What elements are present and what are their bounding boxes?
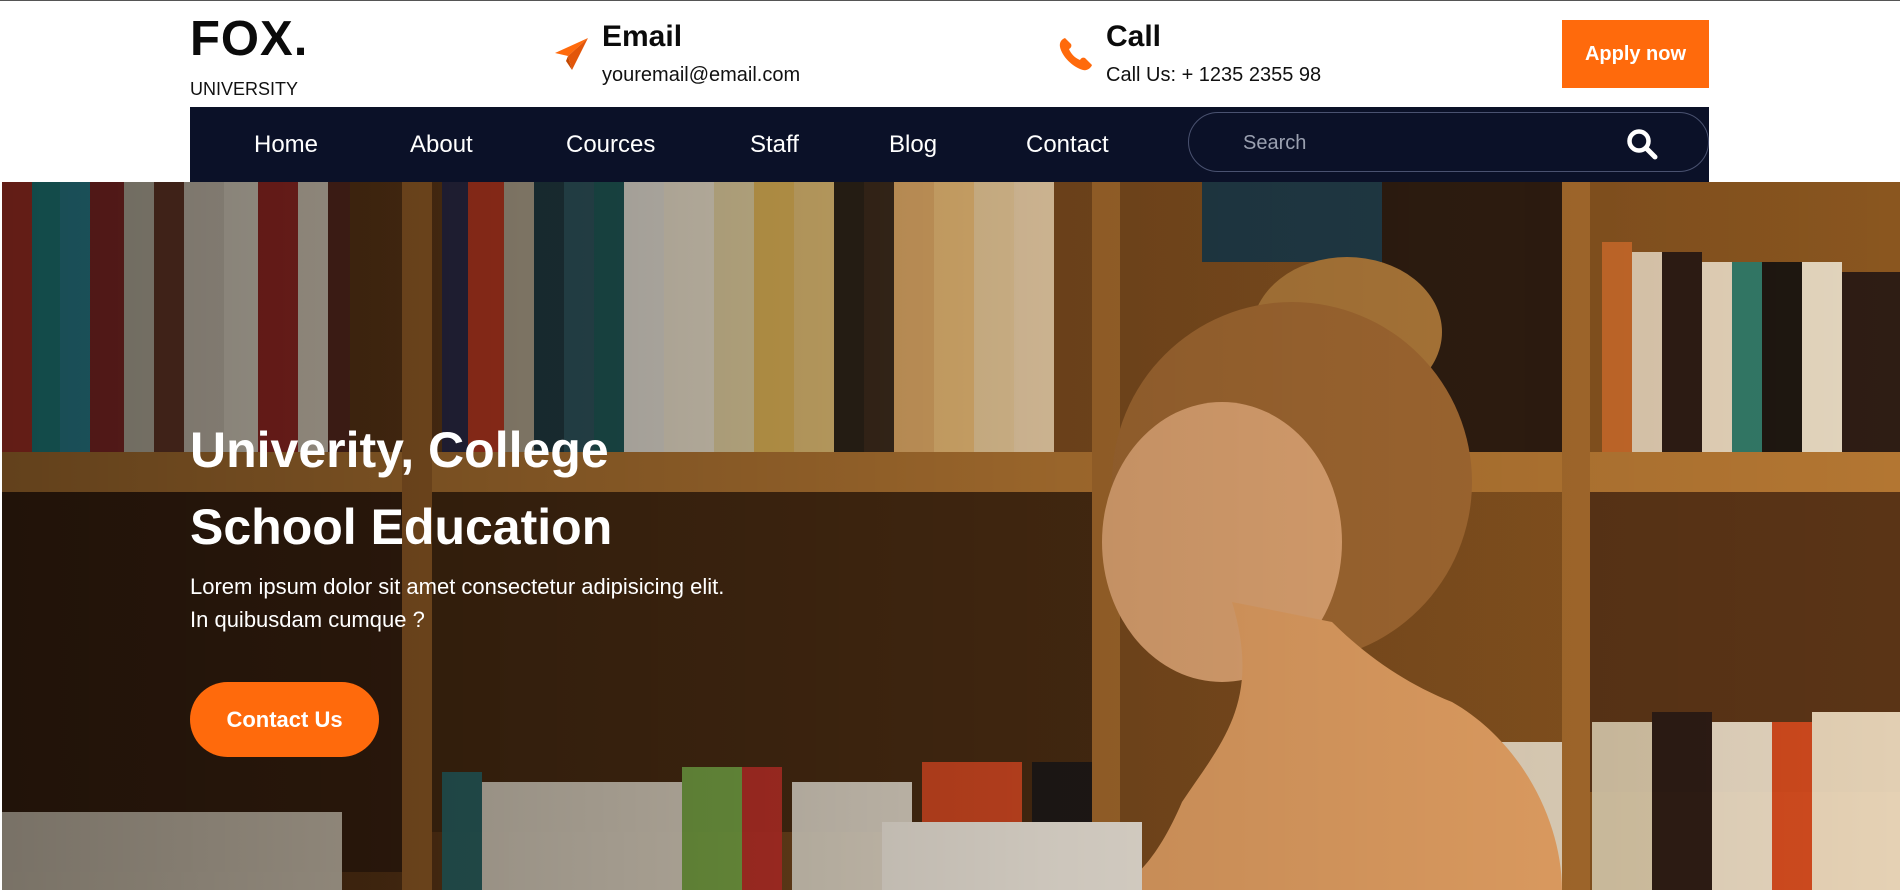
hero-title-line-1: Univerity, College — [190, 421, 609, 478]
brand-subtitle: UNIVERSITY — [190, 79, 299, 99]
hero-section: Univerity, College School Education Lore… — [2, 182, 1900, 890]
nav-item-cources[interactable]: Cources — [566, 107, 655, 182]
hero-title: Univerity, College School Education — [190, 412, 890, 566]
nav-item-contact[interactable]: Contact — [1026, 107, 1109, 182]
nav-item-home[interactable]: Home — [254, 107, 318, 182]
email-contact: Email youremail@email.com — [552, 16, 892, 96]
call-value[interactable]: Call Us: + 1235 2355 98 — [1106, 64, 1321, 87]
apply-now-button[interactable]: Apply now — [1562, 20, 1709, 88]
hero-title-line-2: School Education — [190, 498, 613, 555]
nav-item-blog[interactable]: Blog — [889, 107, 937, 182]
email-title: Email — [602, 20, 683, 53]
hero-description: Lorem ipsum dolor sit amet consectetur a… — [190, 570, 890, 636]
main-nav: Home About Cources Staff Blog Contact — [190, 107, 1709, 182]
search-box — [1188, 112, 1709, 172]
nav-item-staff[interactable]: Staff — [750, 107, 799, 182]
nav-item-about[interactable]: About — [410, 107, 473, 182]
top-border — [0, 0, 1900, 1]
call-title: Call — [1106, 20, 1162, 53]
brand-name: FOX. — [190, 12, 309, 66]
brand-logo[interactable]: FOX. UNIVERSITY — [190, 12, 308, 100]
hero-description-line-2: In quibusdam cumque ? — [190, 607, 425, 632]
phone-icon — [1059, 38, 1092, 71]
contact-us-button[interactable]: Contact Us — [190, 682, 379, 757]
paper-plane-icon — [555, 38, 588, 70]
search-icon[interactable] — [1625, 127, 1659, 161]
call-contact: Call Call Us: + 1235 2355 98 — [1056, 16, 1356, 96]
hero-description-line-1: Lorem ipsum dolor sit amet consectetur a… — [190, 574, 725, 599]
email-value[interactable]: youremail@email.com — [602, 64, 800, 87]
search-input[interactable] — [1241, 125, 1625, 161]
